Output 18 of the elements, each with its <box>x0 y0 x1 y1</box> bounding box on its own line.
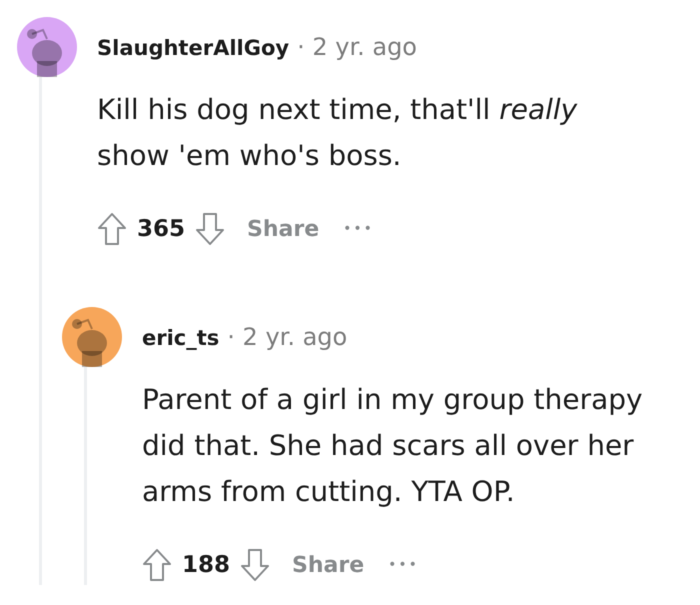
vote-count: 365 <box>137 216 186 242</box>
comment-text: Parent of a girl in my group therapy did that. She had scars all over her arms from cutting. YTA OP. <box>142 382 644 510</box>
username[interactable]: eric_ts <box>142 326 220 350</box>
vote-count: 188 <box>182 552 230 578</box>
avatar-icon[interactable] <box>62 307 122 367</box>
upvote-icon[interactable] <box>97 212 127 246</box>
downvote-icon[interactable] <box>195 212 226 246</box>
share-button[interactable]: Share <box>280 552 364 578</box>
timestamp: · 2 yr. ago <box>297 33 417 61</box>
share-button[interactable]: Share <box>235 216 320 242</box>
more-button[interactable]: ••• <box>343 221 374 237</box>
downvote-icon[interactable] <box>240 548 270 582</box>
username[interactable]: SlaughterAllGoy <box>97 36 290 60</box>
avatar-icon[interactable] <box>17 17 77 77</box>
timestamp: · 2 yr. ago <box>227 323 348 351</box>
more-button[interactable]: ••• <box>388 557 419 573</box>
upvote-icon[interactable] <box>142 548 172 582</box>
comment-text: Kill his dog next time, that'll really show 'em who's boss. <box>97 92 578 174</box>
